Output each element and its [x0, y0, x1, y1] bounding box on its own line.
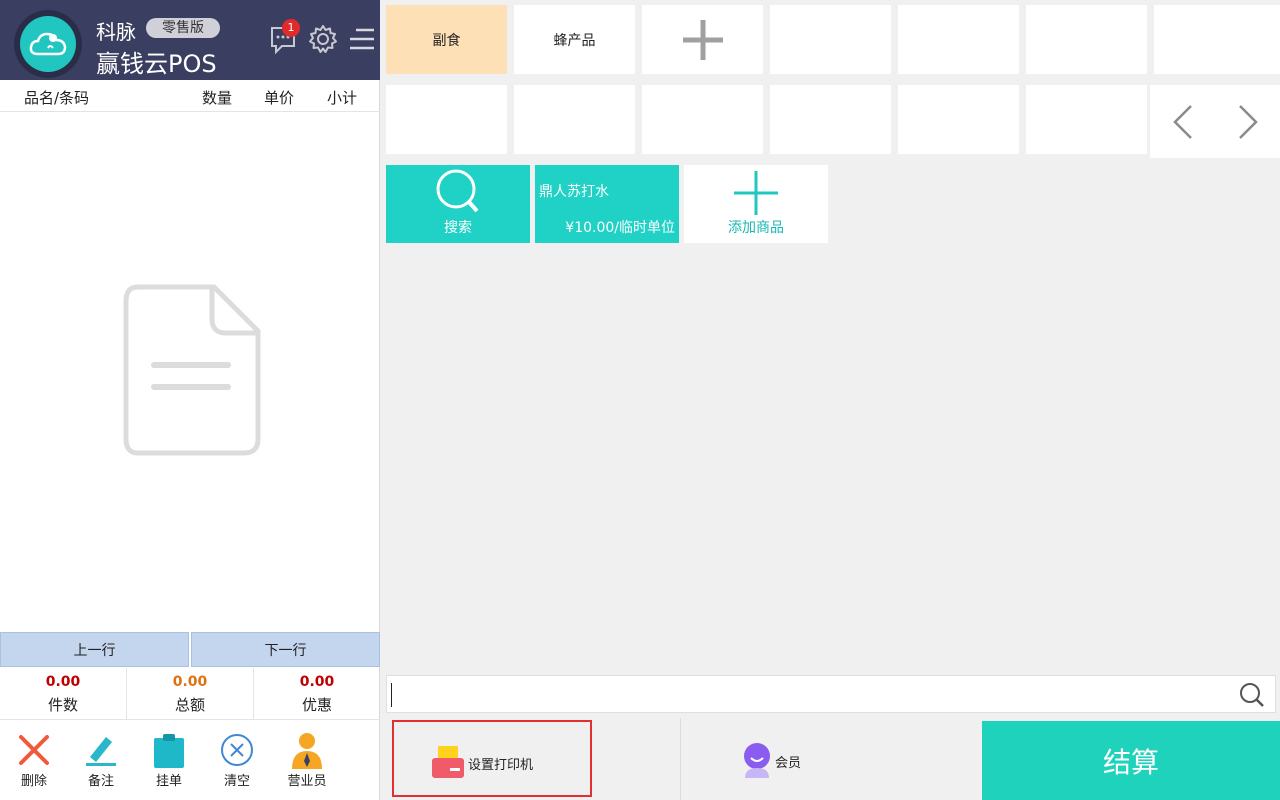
tile-label: 搜索 — [444, 220, 472, 236]
chevron-right-icon[interactable] — [1236, 103, 1260, 141]
column-name: 品名/条码 — [24, 89, 90, 107]
checkout-button[interactable]: 结算 — [982, 721, 1280, 800]
product-search-tile[interactable]: 搜索 — [386, 165, 530, 243]
printer-label: 设置打印机 — [468, 758, 534, 773]
column-quantity: 数量 — [202, 89, 233, 107]
delete-x-icon — [19, 735, 49, 765]
order-panel: 科脉 零售版 赢钱云POS 1 品名/条码 数量 单价 小计 上一行 下一行 0… — [0, 0, 380, 800]
product-tile[interactable]: 鼎人苏打水 ¥10.00/临时单位 — [535, 165, 679, 243]
add-product-tile[interactable]: 添加商品 — [684, 165, 828, 243]
total-discount: 0.00 优惠 — [254, 668, 380, 719]
category-slot-empty — [386, 85, 507, 154]
category-tab[interactable]: 副食 — [386, 5, 507, 74]
member-label: 会员 — [775, 756, 802, 771]
salesperson-button[interactable]: 营业员 — [283, 730, 331, 789]
plus-icon — [682, 19, 723, 60]
product-name: 鼎人苏打水 — [539, 184, 609, 200]
text-caret — [391, 683, 392, 707]
clear-circle-icon — [221, 734, 253, 766]
brand-name: 科脉 — [96, 20, 136, 44]
total-label: 总额 — [174, 696, 205, 714]
chevron-left-icon[interactable] — [1171, 103, 1195, 141]
column-unit-price: 单价 — [264, 89, 295, 107]
messages-button[interactable]: 1 — [268, 19, 302, 56]
delete-button[interactable]: 删除 — [10, 730, 58, 789]
tool-label: 备注 — [87, 774, 114, 789]
column-subtotal: 小计 — [327, 89, 358, 107]
order-totals: 0.00 件数 0.00 总额 0.00 优惠 — [0, 668, 380, 720]
menu-icon — [350, 28, 374, 50]
gear-icon — [309, 25, 337, 53]
notification-badge: 1 — [282, 19, 300, 37]
settings-button[interactable] — [306, 22, 340, 56]
tool-label: 删除 — [20, 774, 47, 789]
total-amount: 0.00 总额 — [127, 668, 254, 719]
order-table-header: 品名/条码 数量 单价 小计 — [0, 80, 380, 112]
hold-order-button[interactable]: 挂单 — [145, 730, 193, 789]
printer-setup-button[interactable]: 设置打印机 — [392, 720, 592, 797]
row-navigation: 上一行 下一行 — [0, 632, 380, 667]
search-icon — [436, 169, 479, 213]
total-value: 0.00 — [299, 674, 335, 690]
action-bar: 设置打印机 会员 结算 — [386, 718, 1280, 800]
app-logo — [14, 10, 82, 78]
member-avatar-icon — [744, 743, 770, 778]
clear-button[interactable]: 清空 — [213, 730, 261, 789]
tool-label: 营业员 — [287, 774, 327, 789]
menu-button[interactable] — [344, 22, 378, 56]
category-slot-empty — [514, 85, 635, 154]
salesperson-icon — [292, 733, 322, 769]
printer-icon — [432, 746, 464, 778]
empty-order-placeholder — [122, 283, 262, 461]
cloud-cat-icon — [29, 32, 67, 56]
total-value: 0.00 — [45, 674, 81, 690]
category-slot-empty — [898, 5, 1019, 74]
search-icon[interactable] — [1239, 682, 1265, 708]
pos-app: 科脉 零售版 赢钱云POS 1 品名/条码 数量 单价 小计 上一行 下一行 0… — [0, 0, 1280, 800]
order-toolbar: 删除 备注 挂单 清空 营业员 — [0, 722, 380, 800]
clipboard-icon — [154, 734, 184, 768]
plus-icon — [734, 171, 778, 215]
total-value: 0.00 — [172, 674, 208, 690]
pen-icon — [86, 737, 116, 766]
total-label: 优惠 — [301, 696, 332, 714]
next-row-button[interactable]: 下一行 — [191, 632, 380, 667]
total-item-count: 0.00 件数 — [0, 668, 127, 719]
tool-label: 清空 — [223, 774, 250, 789]
total-label: 件数 — [47, 696, 78, 714]
member-button[interactable]: 会员 — [680, 718, 980, 800]
product-price: ¥10.00/临时单位 — [565, 220, 675, 236]
app-header: 科脉 零售版 赢钱云POS 1 — [0, 0, 380, 80]
tile-label: 添加商品 — [728, 220, 784, 236]
category-slot-empty — [770, 85, 891, 154]
category-slot-empty — [1154, 5, 1280, 74]
barcode-input[interactable] — [386, 675, 1276, 713]
category-tab[interactable]: 蜂产品 — [514, 5, 635, 74]
category-slot-empty — [1026, 5, 1147, 74]
prev-row-button[interactable]: 上一行 — [0, 632, 189, 667]
category-pager — [1150, 85, 1280, 158]
note-button[interactable]: 备注 — [77, 730, 125, 789]
tool-label: 挂单 — [155, 774, 182, 789]
category-slot-empty — [642, 85, 763, 154]
empty-document-icon — [123, 284, 261, 456]
app-title: 赢钱云POS — [96, 50, 217, 78]
category-slot-empty — [898, 85, 1019, 154]
add-category-button[interactable] — [642, 5, 763, 74]
edition-badge: 零售版 — [146, 18, 220, 38]
category-slot-empty — [770, 5, 891, 74]
category-slot-empty — [1026, 85, 1147, 154]
